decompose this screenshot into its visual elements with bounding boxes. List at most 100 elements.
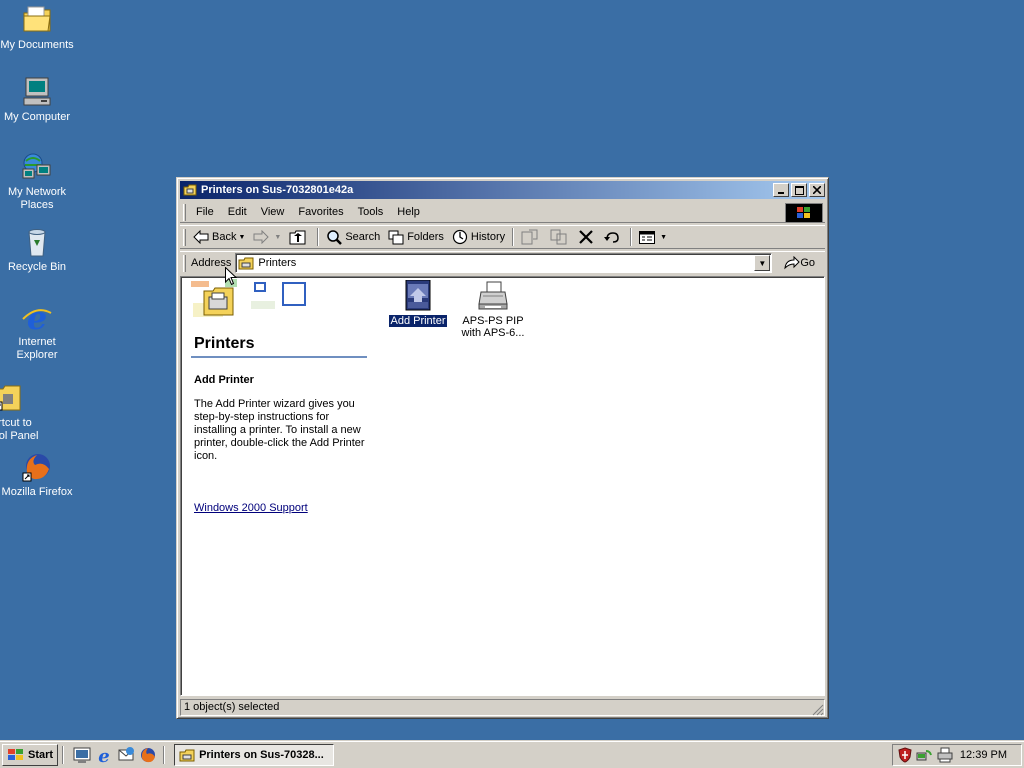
desktop-icon-internet-explorer[interactable]: e Internet Explorer <box>0 299 74 362</box>
copy-to-button[interactable] <box>546 226 575 248</box>
address-input[interactable]: Printers ▼ <box>235 253 773 273</box>
menu-edit[interactable]: Edit <box>221 204 254 220</box>
svg-text:e: e <box>27 301 47 333</box>
start-button[interactable]: Start <box>2 743 59 766</box>
search-label: Search <box>345 231 381 243</box>
history-icon <box>452 229 467 245</box>
minimize-button[interactable] <box>773 183 789 197</box>
menu-grip <box>183 203 186 221</box>
address-dropdown-button[interactable]: ▼ <box>754 255 771 271</box>
minimize-icon <box>778 192 784 194</box>
views-button[interactable]: ▼ <box>635 226 671 248</box>
menu-view[interactable]: View <box>254 204 292 220</box>
history-label: History <box>470 231 506 243</box>
folder-view[interactable]: Printers Add Printer The Add Printer wiz… <box>180 276 825 696</box>
printer-folder-icon <box>179 749 195 761</box>
desktop-icon-label: My Network Places <box>7 186 67 211</box>
mouse-cursor-icon <box>225 267 237 286</box>
undo-button[interactable] <box>600 226 627 248</box>
windows-support-link[interactable]: Windows 2000 Support <box>194 502 308 514</box>
start-label: Start <box>28 748 54 761</box>
taskbar-separator <box>163 745 166 764</box>
back-button[interactable]: Back ▼ <box>189 226 249 248</box>
desktop-icon-recycle-bin[interactable]: Recycle Bin <box>0 226 74 274</box>
resize-grip-icon[interactable] <box>812 704 824 716</box>
desktop-icon-mozilla-firefox[interactable]: Mozilla Firefox <box>0 451 74 499</box>
folders-button[interactable]: Folders <box>384 226 448 248</box>
go-arrow-icon <box>784 256 801 270</box>
recycle-bin-icon <box>21 226 53 258</box>
toolbar-separator <box>512 228 515 246</box>
toolbar-separator <box>317 228 320 246</box>
taskbar-window-label: Printers on Sus-70328... <box>199 748 324 761</box>
search-button[interactable]: Search <box>322 226 384 248</box>
desktop-icon-label: ortcut to trol Panel <box>0 417 39 442</box>
network-connection-icon[interactable] <box>916 747 934 763</box>
go-label: Go <box>800 257 816 269</box>
folders-icon <box>388 230 404 244</box>
move-to-icon <box>521 229 538 245</box>
web-view-pane: Printers Add Printer The Add Printer wiz… <box>191 277 371 514</box>
views-icon <box>639 230 656 244</box>
maximize-button[interactable] <box>791 183 807 197</box>
menu-tools[interactable]: Tools <box>351 204 391 220</box>
back-dropdown-icon[interactable]: ▼ <box>238 234 245 241</box>
show-desktop-icon[interactable] <box>73 746 91 764</box>
selected-item-description: The Add Printer wizard gives you step-by… <box>194 398 365 462</box>
aps-printer-item[interactable]: APS-PS PIP with APS-6... <box>455 280 531 339</box>
firefox-icon[interactable] <box>139 746 157 764</box>
desktop-icon-my-documents[interactable]: My Documents <box>0 4 74 52</box>
menu-file[interactable]: File <box>189 204 221 220</box>
printer-icon <box>477 280 509 312</box>
back-label: Back <box>212 231 237 243</box>
desktop-icon-control-panel-shortcut[interactable]: ortcut to trol Panel <box>0 382 44 443</box>
add-printer-item[interactable]: Add Printer <box>380 279 456 327</box>
security-shield-icon[interactable] <box>897 747 913 763</box>
windows-logo-icon <box>8 748 23 760</box>
desktop-icon-network-places[interactable]: My Network Places <box>0 151 74 212</box>
window-title: Printers on Sus-7032801e42a <box>201 184 354 196</box>
selected-item-name: Add Printer <box>194 374 254 386</box>
address-grip <box>183 254 186 272</box>
menu-help[interactable]: Help <box>390 204 427 220</box>
history-button[interactable]: History <box>448 226 509 248</box>
menu-bar: File Edit View Favorites Tools Help <box>180 202 825 223</box>
menu-favorites[interactable]: Favorites <box>291 204 350 220</box>
undo-icon <box>604 232 619 243</box>
maximize-icon <box>794 185 804 195</box>
computer-icon <box>21 76 53 108</box>
clock[interactable]: 12:39 PM <box>960 749 1007 761</box>
forward-dropdown-icon[interactable]: ▼ <box>274 234 281 241</box>
desktop-icon-my-computer[interactable]: My Computer <box>0 76 74 124</box>
printer-folder-icon <box>238 256 254 270</box>
views-dropdown-icon[interactable]: ▼ <box>660 234 667 241</box>
close-icon <box>813 186 821 194</box>
forward-button[interactable]: ▼ <box>249 226 285 248</box>
delete-x-icon <box>579 230 593 244</box>
printers-banner-graphic <box>191 279 306 317</box>
printer-tray-icon[interactable] <box>937 747 953 763</box>
taskbar-window-button[interactable]: Printers on Sus-70328... <box>174 743 335 766</box>
firefox-icon <box>21 451 53 483</box>
system-tray: 12:39 PM <box>892 744 1022 766</box>
outlook-express-icon[interactable] <box>117 746 135 764</box>
delete-button[interactable] <box>575 226 600 248</box>
file-label: Add Printer <box>389 315 447 327</box>
toolbar-separator <box>630 228 633 246</box>
title-bar[interactable]: Printers on Sus-7032801e42a <box>180 181 825 199</box>
svg-text:e: e <box>98 746 109 764</box>
folders-label: Folders <box>407 231 444 243</box>
go-button[interactable]: Go <box>780 256 819 270</box>
standard-toolbar: Back ▼ ▼ Search Folders History ▼ <box>180 225 825 249</box>
internet-explorer-icon[interactable]: e <box>95 746 113 764</box>
copy-to-icon <box>550 229 567 245</box>
taskbar: Start e Printers on Sus-70328... 12:39 P… <box>0 740 1024 768</box>
move-to-button[interactable] <box>517 226 546 248</box>
status-text: 1 object(s) selected <box>180 699 825 716</box>
search-icon <box>327 230 343 245</box>
forward-arrow-icon <box>253 230 270 244</box>
network-icon <box>21 151 53 183</box>
up-folder-button[interactable] <box>285 226 314 248</box>
windows-logo-icon <box>785 203 823 223</box>
close-button[interactable] <box>809 183 825 197</box>
